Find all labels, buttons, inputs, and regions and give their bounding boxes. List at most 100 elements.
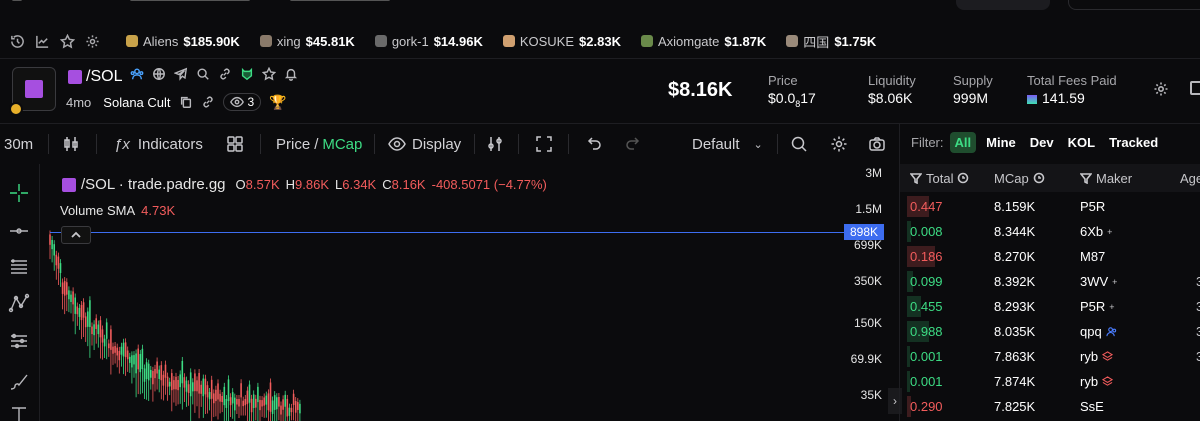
trade-row[interactable]: 0.099 8.392K 3WV + 3 <box>900 269 1200 294</box>
monster-icon[interactable] <box>240 67 254 86</box>
community-name[interactable]: Solana Cult <box>103 95 170 110</box>
crosshair-icon[interactable] <box>6 180 32 206</box>
chart-settings-gear-icon[interactable] <box>830 124 848 164</box>
watchlist-item[interactable]: Aliens $185.90K <box>126 34 240 49</box>
candle-body <box>278 396 280 407</box>
filter-funnel-icon <box>1080 173 1092 184</box>
window-toggle-icon[interactable] <box>1190 81 1200 95</box>
layout-grid-icon[interactable] <box>226 124 244 164</box>
trade-maker[interactable]: 6Xb + <box>1080 224 1112 239</box>
star-icon[interactable] <box>59 33 75 49</box>
column-total[interactable]: Total <box>910 171 969 186</box>
link-icon[interactable] <box>201 95 215 109</box>
fib-icon[interactable] <box>6 328 32 354</box>
trade-maker[interactable]: ryb <box>1080 374 1114 389</box>
top-button[interactable] <box>956 0 1050 10</box>
trending-chart-icon[interactable] <box>34 33 50 49</box>
search-icon[interactable] <box>790 124 808 164</box>
stat-label: Price <box>768 73 798 88</box>
candle-body <box>282 399 284 410</box>
divider <box>568 134 569 154</box>
candle-body <box>150 369 152 378</box>
layout-dropdown[interactable]: Default ⌄ <box>692 124 763 164</box>
undo-icon[interactable] <box>585 124 603 164</box>
filter-mine[interactable]: Mine <box>986 135 1016 150</box>
filter-kol[interactable]: KOL <box>1068 135 1095 150</box>
candle-body <box>185 380 188 392</box>
watchlist-item[interactable]: KOSUKE $2.83K <box>502 34 621 49</box>
column-age[interactable]: Age <box>1180 171 1200 186</box>
price-scale[interactable]: 3M 1.5M 898K 699K 350K 150K 69.9K 35K <box>844 164 886 421</box>
column-maker[interactable]: Maker <box>1080 171 1132 186</box>
link-icon[interactable] <box>218 67 232 86</box>
trade-maker[interactable]: ryb <box>1080 349 1114 364</box>
fullscreen-icon[interactable] <box>535 124 553 164</box>
telegram-icon[interactable] <box>173 67 188 86</box>
candle-body <box>99 320 102 338</box>
trophy-icon[interactable]: 🏆 <box>269 94 286 111</box>
trade-mcap: 8.270K <box>994 249 1036 264</box>
trade-maker[interactable]: P5R <box>1080 199 1105 214</box>
camera-icon[interactable] <box>868 124 886 164</box>
brush-icon[interactable] <box>6 368 32 394</box>
watchlist-item[interactable]: xing $45.81K <box>259 34 355 49</box>
trade-row[interactable]: 0.988 8.035K qpq 3 <box>900 319 1200 344</box>
trade-row[interactable]: 0.001 7.863K ryb 3 <box>900 344 1200 369</box>
candle-body <box>139 354 142 373</box>
watchlist-item[interactable]: Axiomgate $1.87K <box>640 34 766 49</box>
trade-mcap: 8.293K <box>994 299 1036 314</box>
settings-gear-icon[interactable] <box>84 33 100 49</box>
trade-row[interactable]: 0.290 7.825K SsE <box>900 394 1200 419</box>
trade-maker[interactable]: P5R + <box>1080 299 1115 314</box>
trend-line-icon[interactable] <box>6 218 32 244</box>
trade-maker[interactable]: qpq <box>1080 324 1117 339</box>
sliders-icon[interactable] <box>486 124 504 164</box>
candle-body <box>95 318 97 329</box>
trade-maker[interactable]: M87 <box>1080 249 1105 264</box>
watchers-count[interactable]: 3 <box>222 93 262 111</box>
interval-selector[interactable]: 30m <box>4 124 33 164</box>
candle-body <box>175 376 177 390</box>
favorite-star-icon[interactable] <box>262 66 277 86</box>
top-search-box[interactable] <box>1068 0 1200 10</box>
candle-body <box>158 369 160 379</box>
trade-maker[interactable]: SsE <box>1080 399 1104 414</box>
indicators-button[interactable]: ƒx Indicators <box>114 124 203 164</box>
filter-tracked[interactable]: Tracked <box>1109 135 1158 150</box>
website-globe-icon[interactable] <box>152 67 166 86</box>
candle-body <box>213 393 215 404</box>
trade-mcap: 7.863K <box>994 349 1036 364</box>
alert-bell-icon[interactable] <box>284 67 298 86</box>
trade-row[interactable]: 0.001 7.874K ryb <box>900 369 1200 394</box>
filter-all[interactable]: All <box>949 132 977 153</box>
column-mcap[interactable]: MCap <box>994 171 1045 186</box>
settings-gear-icon[interactable] <box>1153 81 1169 97</box>
trade-total: 0.988 <box>910 324 943 339</box>
search-icon[interactable] <box>196 67 210 86</box>
pattern-icon[interactable] <box>6 290 32 316</box>
watchlist-item[interactable]: gork-1 $14.96K <box>374 34 483 49</box>
candle-type-icon[interactable] <box>62 124 80 164</box>
price-tick: 150K <box>853 316 882 330</box>
trade-row[interactable]: 0.455 8.293K P5R + 3 <box>900 294 1200 319</box>
trade-row[interactable]: 0.008 8.344K 6Xb + <box>900 219 1200 244</box>
trade-row[interactable]: 0.447 8.159K P5R <box>900 194 1200 219</box>
redo-icon[interactable] <box>624 124 642 164</box>
display-button[interactable]: Display <box>388 124 461 164</box>
text-tool-icon[interactable] <box>6 402 32 421</box>
trade-row[interactable]: 0.186 8.270K M87 <box>900 244 1200 269</box>
community-icon[interactable] <box>130 67 144 86</box>
eye-icon <box>388 137 406 151</box>
collapse-legend-button[interactable] <box>61 226 91 244</box>
candle-body <box>84 316 87 328</box>
price-mcap-toggle[interactable]: Price / MCap <box>276 124 362 164</box>
trade-maker[interactable]: 3WV + <box>1080 274 1117 289</box>
trade-mcap: 8.159K <box>994 199 1036 214</box>
filter-dev[interactable]: Dev <box>1030 135 1054 150</box>
horizontal-lines-icon[interactable] <box>6 254 32 280</box>
history-icon[interactable] <box>9 33 25 49</box>
candle-body <box>276 397 278 410</box>
token-logo <box>9 67 56 116</box>
watchlist-item[interactable]: 四国 $1.75K <box>786 32 876 51</box>
copy-icon[interactable] <box>179 95 193 109</box>
